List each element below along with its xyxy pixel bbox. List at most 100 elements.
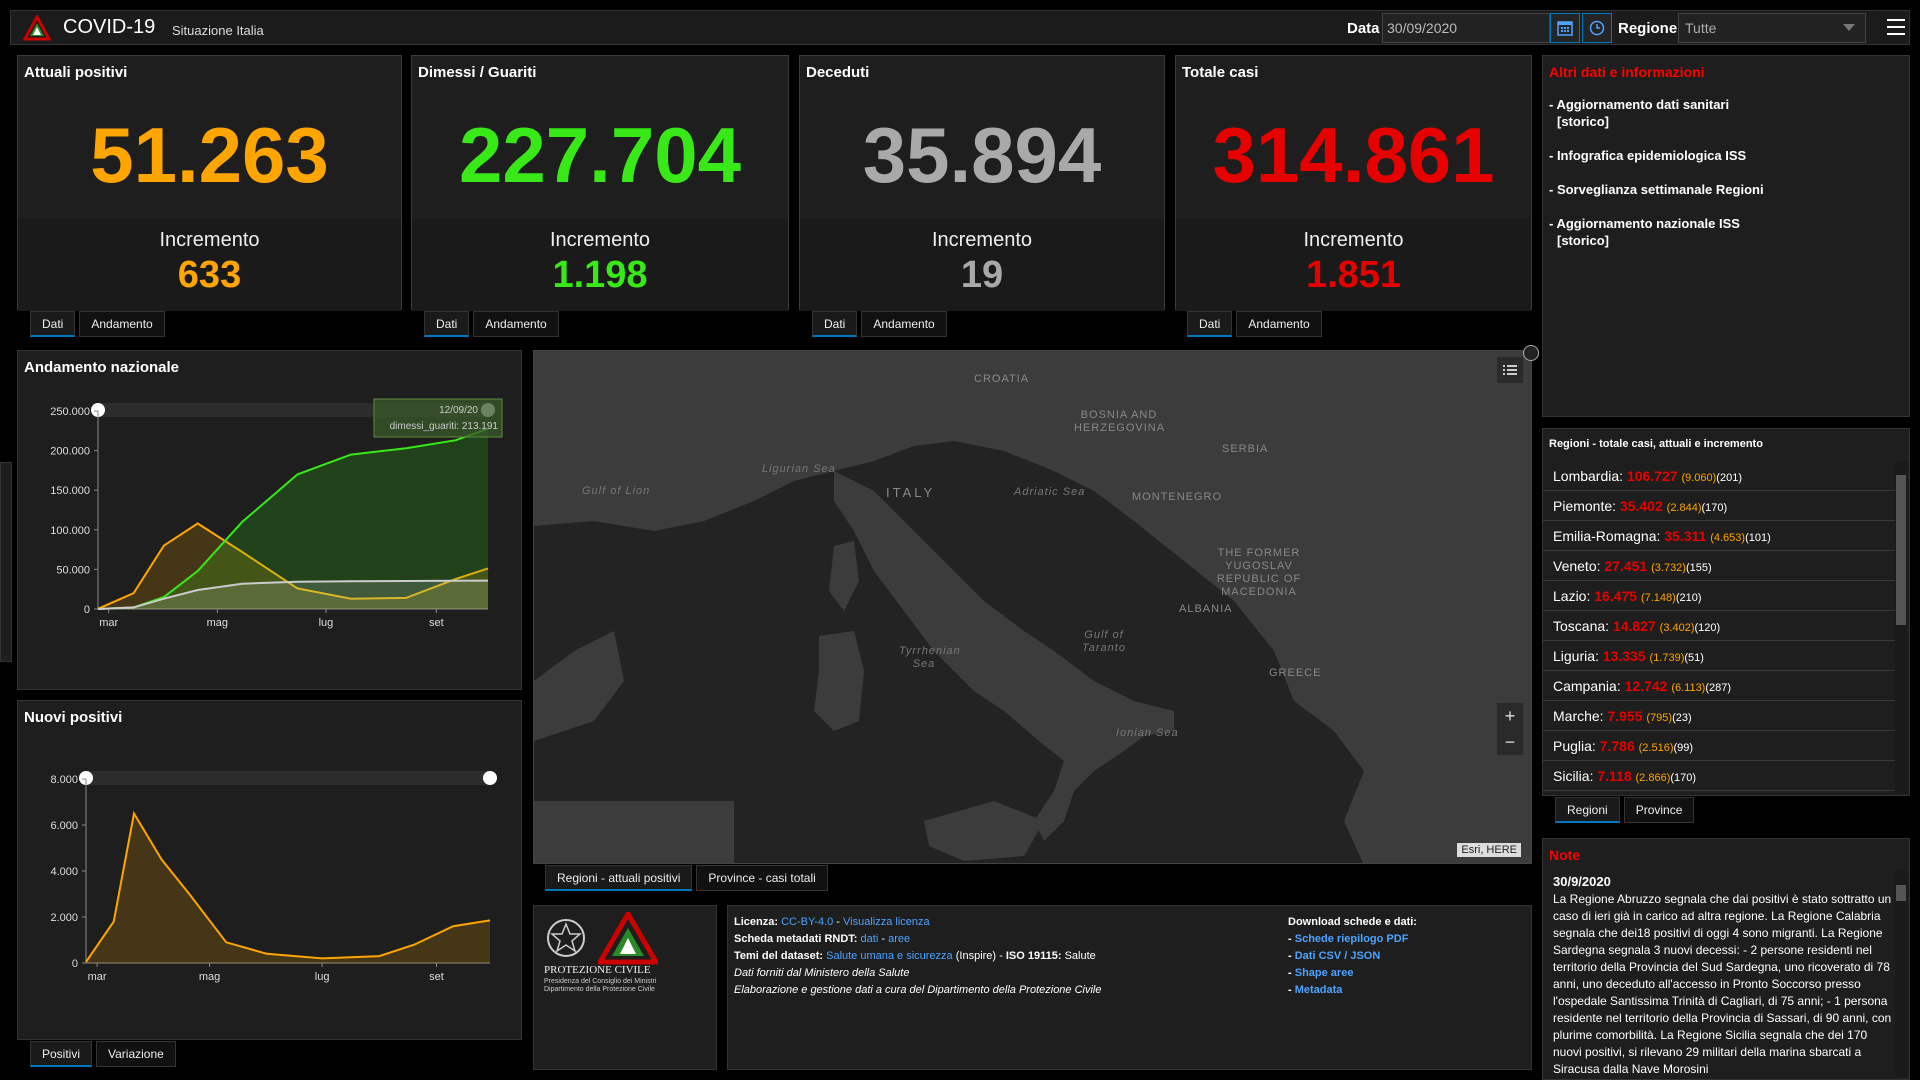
hamburger-menu-icon[interactable]: [1887, 19, 1905, 35]
region-row[interactable]: Piemonte: 35.402 (2.844)(170): [1543, 491, 1895, 521]
chevron-down-icon: [1843, 24, 1855, 31]
region-select[interactable]: Tutte: [1678, 13, 1866, 43]
zoom-out-button[interactable]: −: [1497, 729, 1523, 755]
tab-variazione[interactable]: Variazione: [96, 1041, 176, 1067]
region-row[interactable]: Emilia-Romagna: 35.311 (4.653)(101): [1543, 521, 1895, 551]
map-basemap[interactable]: [534, 351, 1532, 864]
download-pdf-link[interactable]: Schede riepilogo PDF: [1295, 933, 1409, 945]
chart-tooltip: 12/09/20 dimessi_guariti: 213.191: [373, 398, 503, 438]
license-link[interactable]: CC-BY-4.0: [781, 916, 833, 928]
region-active: (4.653): [1710, 532, 1746, 544]
info-link[interactable]: - Aggiornamento nazionale ISS [storico]: [1549, 215, 1764, 249]
kpi-totale-casi: Totale casi 314.861 Incremento 1.851: [1175, 55, 1532, 311]
list-icon: [1503, 365, 1517, 375]
tab-province-casi[interactable]: Province - casi totali: [696, 865, 828, 891]
time-button[interactable]: [1582, 13, 1612, 43]
kpi-increment-label: Incremento: [931, 229, 1033, 251]
region-row[interactable]: Toscana: 14.827 (3.402)(120): [1543, 611, 1895, 641]
tab-regioni[interactable]: Regioni: [1555, 797, 1620, 823]
map-label: Croatia: [974, 373, 1030, 385]
region-label: Regione: [1618, 20, 1678, 37]
x-tick-label: lug: [315, 971, 330, 983]
region-increment: (23): [1672, 712, 1692, 724]
region-increment: (99): [1673, 742, 1694, 754]
region-increment: (120): [1694, 622, 1721, 634]
scroll-thumb[interactable]: [1896, 885, 1906, 901]
tooltip-date: 12/09/20: [439, 405, 478, 416]
map-sea-label: Ionian Sea: [1116, 727, 1179, 739]
rndt-aree-link[interactable]: aree: [888, 933, 910, 945]
info-link[interactable]: - Sorveglianza settimanale Regioni: [1549, 181, 1764, 198]
map-view[interactable]: Croatia Bosnia and Herzegovina Serbia It…: [533, 350, 1532, 864]
kpi-increment-label: Incremento: [1303, 229, 1404, 251]
region-active: (7.148): [1640, 592, 1676, 604]
map-label: Bosnia and Herzegovina: [1074, 409, 1166, 434]
rndt-dati-link[interactable]: dati: [861, 933, 879, 945]
tab-andamento[interactable]: Andamento: [473, 311, 559, 337]
region-row[interactable]: Veneto: 27.451 (3.732)(155): [1543, 551, 1895, 581]
region-row[interactable]: Puglia: 7.786 (2.516)(99): [1543, 731, 1895, 761]
download-shape-link[interactable]: Shape aree: [1295, 967, 1354, 979]
kpi-increment-value: 1.851: [1305, 254, 1402, 296]
legend-button[interactable]: [1497, 357, 1523, 383]
y-tick-label: 4.000: [50, 866, 78, 878]
view-license-link[interactable]: Visualizza licenza: [843, 916, 930, 928]
region-total: 12.742: [1624, 678, 1668, 694]
minus-icon: −: [1504, 731, 1516, 752]
region-increment: (51): [1684, 652, 1704, 664]
download-metadata-link[interactable]: Metadata: [1295, 984, 1343, 996]
range-handle-end[interactable]: [483, 771, 497, 785]
plus-icon: +: [1504, 705, 1516, 726]
info-link[interactable]: - Infografica epidemiologica ISS: [1549, 147, 1764, 164]
map-sea-label: Ligurian Sea: [762, 463, 836, 475]
region-row[interactable]: Sicilia: 7.118 (2.866)(170): [1543, 761, 1895, 791]
chart-andamento-panel: Andamento nazionale 250.000 200.000 150.00…: [17, 350, 522, 690]
side-panel-toggle[interactable]: [0, 462, 12, 662]
tab-andamento[interactable]: Andamento: [79, 311, 165, 337]
tab-andamento[interactable]: Andamento: [861, 311, 947, 337]
regions-scrollbar[interactable]: [1895, 461, 1907, 793]
tooltip-value: dimessi_guariti: 213.191: [390, 421, 499, 432]
region-total: 14.827: [1612, 618, 1656, 634]
tab-dati[interactable]: Dati: [812, 311, 858, 337]
kpi-title: Dimessi / Guariti: [418, 64, 537, 81]
fullscreen-icon[interactable]: [1523, 345, 1539, 361]
tab-province[interactable]: Province: [1623, 797, 1695, 823]
clock-icon: [1589, 20, 1605, 36]
region-row[interactable]: Liguria: 13.335 (1.739)(51): [1543, 641, 1895, 671]
tab-dati[interactable]: Dati: [424, 311, 470, 337]
y-tick-label: 6.000: [50, 820, 78, 832]
region-row[interactable]: Lazio: 16.475 (7.148)(210): [1543, 581, 1895, 611]
logo-box: PROTEZIONE CIVILE Presidenza del Consigl…: [533, 905, 717, 1070]
date-input[interactable]: 30/09/2020: [1382, 13, 1550, 43]
note-scrollbar[interactable]: [1895, 871, 1907, 1077]
region-name: Lazio:: [1553, 588, 1591, 604]
y-tick-label: 50.000: [56, 564, 90, 576]
tab-regioni-attuali[interactable]: Regioni - attuali positivi: [545, 865, 693, 891]
zoom-in-button[interactable]: +: [1497, 703, 1523, 729]
tab-dati[interactable]: Dati: [30, 311, 76, 337]
kpi-value: 51.263: [90, 111, 329, 199]
protezione-civile-logo-icon: [598, 912, 658, 965]
download-csv-link[interactable]: Dati CSV / JSON: [1295, 950, 1381, 962]
region-total: 27.451: [1604, 558, 1648, 574]
info-link[interactable]: - Aggiornamento dati sanitari [storico]: [1549, 96, 1764, 130]
regions-panel: Regioni - totale casi, attuali e increme…: [1542, 428, 1910, 796]
tab-andamento[interactable]: Andamento: [1236, 311, 1322, 337]
region-name: Piemonte:: [1553, 498, 1617, 514]
region-row[interactable]: Lombardia: 106.727 (9.060)(201): [1543, 461, 1895, 491]
calendar-icon: [1557, 21, 1573, 36]
theme-link[interactable]: Salute umana e sicurezza: [826, 950, 953, 962]
info-links: - Aggiornamento dati sanitari [storico] -…: [1549, 96, 1764, 266]
kpi-increment-label: Incremento: [159, 229, 260, 251]
region-active: (6.113): [1671, 682, 1706, 694]
region-total: 16.475: [1594, 588, 1638, 604]
range-slider-track[interactable]: [86, 771, 490, 785]
region-row[interactable]: Marche: 7.955 (795)(23): [1543, 701, 1895, 731]
calendar-button[interactable]: [1550, 13, 1580, 43]
scroll-thumb[interactable]: [1896, 475, 1906, 625]
y-tick-label: 100.000: [50, 525, 90, 537]
tab-positivi[interactable]: Positivi: [30, 1041, 93, 1067]
tab-dati[interactable]: Dati: [1187, 311, 1233, 337]
region-row[interactable]: Campania: 12.742 (6.113)(287): [1543, 671, 1895, 701]
